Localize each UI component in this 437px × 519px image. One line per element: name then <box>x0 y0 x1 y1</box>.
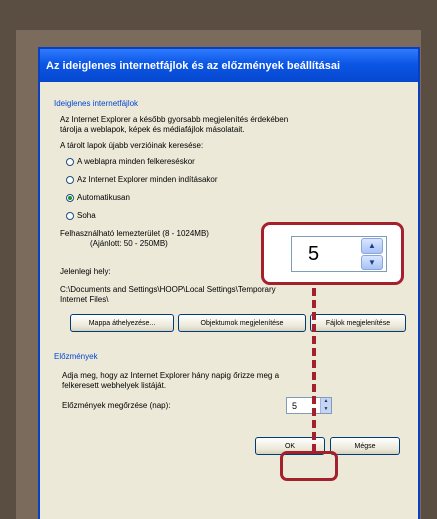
radio-label: Soha <box>77 211 96 220</box>
spin-up-icon[interactable]: ▲ <box>321 398 331 406</box>
spin-up-icon[interactable]: ▲ <box>361 238 383 254</box>
temp-files-description-line1: Az Internet Explorer a később gyorsabb m… <box>60 115 289 124</box>
cancel-button[interactable]: Mégse <box>330 437 400 455</box>
history-description-line1: Adja meg, hogy az Internet Explorer hány… <box>62 371 280 380</box>
location-path-line1: C:\Documents and Settings\HOOP\Local Set… <box>60 285 276 294</box>
small-highlight-box <box>280 451 338 481</box>
radio-button-checked[interactable] <box>66 193 74 202</box>
check-prompt: A tárolt lapok újabb verzióinak keresése… <box>60 141 204 150</box>
spin-down-icon[interactable]: ▼ <box>361 254 383 270</box>
zoomed-spinner-arrows[interactable]: ▲ ▼ <box>361 238 383 270</box>
view-files-button[interactable]: Fájlok megjelenítése <box>310 314 406 332</box>
radio-label: Automatikusan <box>77 193 130 202</box>
radio-button[interactable] <box>66 157 74 166</box>
temp-files-description-line2: tárolja a weblapok, képek és médiafájlok… <box>60 125 245 134</box>
spin-down-icon[interactable]: ▼ <box>321 406 331 414</box>
history-days-spinner[interactable]: 5 ▲ ▼ <box>286 397 332 414</box>
radio-never[interactable]: Soha <box>66 211 96 220</box>
radio-button[interactable] <box>66 175 74 184</box>
history-group-label: Előzmények <box>54 352 98 361</box>
radio-label: A weblapra minden felkereséskor <box>77 157 195 166</box>
location-label: Jelenlegi hely: <box>60 267 111 276</box>
dialog-title: Az ideiglenes internetfájlok és az előzm… <box>40 49 418 82</box>
radio-button[interactable] <box>66 211 74 220</box>
disk-space-label-line2: (Ajánlott: 50 - 250MB) <box>90 239 168 248</box>
radio-every-start[interactable]: Az Internet Explorer minden indításakor <box>66 175 218 184</box>
radio-label: Az Internet Explorer minden indításakor <box>77 175 218 184</box>
callout-connector-line <box>312 288 316 452</box>
history-days-label: Előzmények megőrzése (nap): <box>62 401 171 410</box>
view-objects-button[interactable]: Objektumok megjelenítése <box>178 314 306 332</box>
radio-every-visit[interactable]: A weblapra minden felkereséskor <box>66 157 195 166</box>
location-path-line2: Internet Files\ <box>60 295 109 304</box>
temp-files-group-label: Ideiglenes internetfájlok <box>54 99 139 108</box>
radio-automatic[interactable]: Automatikusan <box>66 193 130 202</box>
zoomed-days-value[interactable]: 5 <box>292 243 361 266</box>
zoomed-days-spinner[interactable]: 5 ▲ ▼ <box>291 236 387 272</box>
spinner-arrows[interactable]: ▲ ▼ <box>320 398 331 413</box>
move-folder-button[interactable]: Mappa áthelyezése... <box>70 314 174 332</box>
history-description-line2: felkeresett webhelyek listáját. <box>62 381 167 390</box>
disk-space-label-line1: Felhasználható lemezterület (8 - 1024MB) <box>60 229 209 238</box>
